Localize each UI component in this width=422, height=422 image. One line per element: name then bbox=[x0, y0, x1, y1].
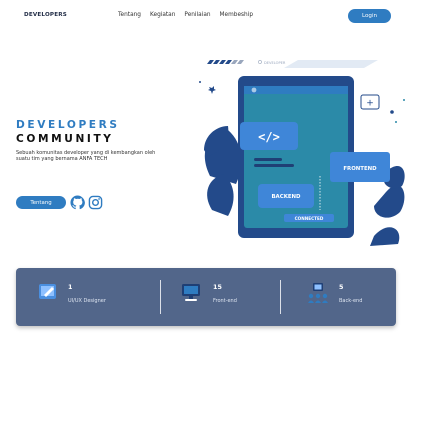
design-tablet-icon bbox=[39, 284, 56, 299]
hero-description: Sebuah komunitas developer yang di kemba… bbox=[16, 150, 156, 163]
small-developer-label: DEVELOPER bbox=[264, 61, 286, 65]
stat-frontend-label: Front-end bbox=[213, 298, 237, 304]
connected-bar: CONNECTED bbox=[284, 214, 334, 222]
brand-logo-text[interactable]: DEVELOPERS bbox=[24, 12, 67, 18]
svg-text:BACKEND: BACKEND bbox=[271, 194, 301, 200]
developer-illustration: DEVELOPER + </> FRONTEND BACKEND CONNECT… bbox=[199, 60, 405, 246]
code-symbol: </> bbox=[258, 130, 280, 144]
stat-backend: 5 Back-end bbox=[281, 268, 396, 326]
stats-bar: 1 UI/UX Designer 15 Front-end 5 Back-end bbox=[16, 268, 396, 326]
nav-link-kegiatan[interactable]: Kegiatan bbox=[150, 12, 175, 18]
instagram-icon[interactable] bbox=[88, 195, 103, 210]
monitor-icon bbox=[182, 284, 200, 301]
nav-link-penilaian[interactable]: Penilaian bbox=[184, 12, 210, 18]
nav-links: Tentang Kegiatan Penilaian Membeship bbox=[118, 12, 253, 18]
stat-uiux-label: UI/UX Designer bbox=[68, 298, 106, 304]
plus-icon: + bbox=[360, 94, 380, 110]
header-stripes bbox=[207, 60, 244, 64]
login-button[interactable]: Login bbox=[348, 9, 391, 23]
top-navbar: DEVELOPERS Tentang Kegiatan Penilaian Me… bbox=[0, 0, 422, 34]
stat-backend-label: Back-end bbox=[339, 298, 363, 304]
nav-link-membeship[interactable]: Membeship bbox=[220, 12, 253, 18]
tentang-button[interactable]: Tentang bbox=[16, 196, 66, 209]
sparkle-icon bbox=[208, 86, 216, 94]
stat-backend-value: 5 bbox=[339, 283, 344, 291]
stat-uiux: 1 UI/UX Designer bbox=[16, 268, 146, 326]
frontend-card: FRONTEND bbox=[330, 152, 390, 182]
backend-card: BACKEND bbox=[258, 184, 314, 208]
stat-uiux-value: 1 bbox=[68, 283, 73, 291]
github-icon[interactable] bbox=[70, 195, 85, 210]
small-developer-logo: DEVELOPER bbox=[258, 60, 286, 65]
hero-title-line1: DEVELOPERS bbox=[16, 119, 120, 131]
server-team-icon bbox=[308, 283, 328, 303]
code-bubble: </> bbox=[240, 122, 298, 150]
stat-frontend-value: 15 bbox=[213, 283, 222, 291]
stat-frontend: 15 Front-end bbox=[161, 268, 281, 326]
svg-text:+: + bbox=[366, 99, 374, 109]
hero-title-line2: COMMUNITY bbox=[16, 133, 114, 145]
svg-text:FRONTEND: FRONTEND bbox=[343, 166, 377, 172]
svg-text:CONNECTED: CONNECTED bbox=[295, 216, 324, 221]
nav-link-tentang[interactable]: Tentang bbox=[118, 12, 141, 18]
